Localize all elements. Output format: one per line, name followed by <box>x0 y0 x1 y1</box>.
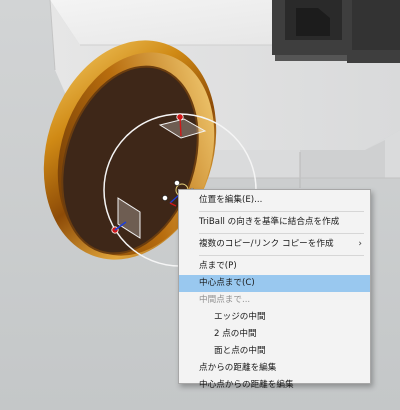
menu-separator <box>199 255 364 256</box>
menu-separator <box>199 211 364 212</box>
context-menu: 位置を編集(E)... TriBall の向きを基準に結合点を作成 複数のコピー… <box>178 189 371 390</box>
menu-item-face-point-midpoint[interactable]: 面と点の中間 <box>179 343 370 360</box>
menu-item-create-multiple-copies[interactable]: 複数のコピー/リンク コピーを作成 › <box>179 236 370 253</box>
menu-item-to-point[interactable]: 点まで(P) <box>179 258 370 275</box>
menu-item-edit-position[interactable]: 位置を編集(E)... <box>179 192 370 209</box>
menu-separator <box>199 233 364 234</box>
dark-bracket <box>272 0 400 63</box>
menu-item-to-center-point[interactable]: 中心点まで(C) <box>179 275 370 292</box>
menu-item-create-joint-from-triball[interactable]: TriBall の向きを基準に結合点を作成 <box>179 214 370 231</box>
menu-item-label: 複数のコピー/リンク コピーを作成 <box>199 239 334 249</box>
menu-item-edge-midpoint[interactable]: エッジの中間 <box>179 309 370 326</box>
submenu-chevron-icon: › <box>358 239 362 249</box>
menu-item-edit-distance-from-point[interactable]: 点からの距離を編集 <box>179 360 370 377</box>
menu-item-two-point-midpoint[interactable]: 2 点の中間 <box>179 326 370 343</box>
menu-item-to-midpoint: 中間点まで... <box>199 295 251 305</box>
menu-item-edit-distance-from-center[interactable]: 中心点からの距離を編集 <box>179 377 370 394</box>
